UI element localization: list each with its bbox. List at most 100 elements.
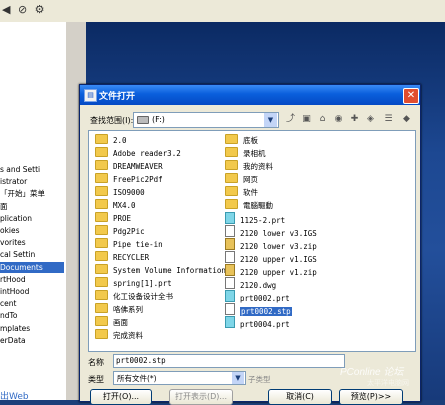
tree-item[interactable]: istrator [0,176,64,187]
tree-item[interactable]: intHood [0,286,64,297]
tree-item[interactable]: cal Settin [0,249,64,260]
file-item[interactable]: 2.0 [95,134,127,147]
tree-item[interactable]: 「开始」菜单 [0,188,64,199]
filetype-label: 类型 [88,375,104,384]
file-item[interactable]: Adobe reader3.2 [95,147,181,160]
file-item[interactable]: prt0004.prt [225,316,290,329]
tree-item[interactable]: okies [0,225,64,236]
file-item[interactable]: spring[1].prt [95,277,172,290]
file-item[interactable]: ISO9000 [95,186,145,199]
tree-item[interactable]: Documents [0,261,64,273]
file-item[interactable]: 底板 [225,134,258,147]
desktop-icon[interactable]: ▣ [300,113,313,125]
home-icon[interactable]: ⌂ [316,113,329,125]
file-item[interactable]: 网页 [225,173,258,186]
file-item[interactable]: Pdg2Pic [95,225,145,238]
file-item[interactable]: 電腦驅動 [225,199,273,212]
open-display-button[interactable]: 打开表示(D)... [169,389,233,405]
watermark: PConline 论坛 [340,367,404,378]
lookin-dropdown[interactable]: (F:) ▼ [133,112,279,128]
file-name: 2120 upper v1.IGS [240,255,317,264]
folder-icon [225,173,238,183]
file-item[interactable]: 录相机 [225,147,266,160]
file-item[interactable]: 化工设备设计全书 [95,290,173,303]
file-item[interactable]: 完成资料 [95,329,143,342]
file-name: prt0002.stp [240,307,292,316]
tree-item[interactable]: cent [0,298,64,309]
file-item[interactable]: FreePic2Pdf [95,173,163,186]
file-list[interactable]: 2.0 Adobe reader3.2 DREAMWEAVER FreePic2Pdf… [88,130,416,352]
file-name: 完成资料 [113,331,143,340]
folder-icon [225,134,238,144]
tree-item[interactable]: ndTo [0,310,64,321]
folder-icon [95,303,108,313]
filetype-dropdown[interactable]: 所有文件(*) ▼ [113,371,246,385]
dialog-titlebar[interactable]: ▤ 文件打开 ✕ [80,85,420,105]
folder-icon [95,173,108,183]
file-item[interactable]: 画面 [95,316,128,329]
folder-icon [95,316,108,326]
watermark-subtext: 太平洋电脑网 [367,379,409,387]
folder-icon [225,160,238,170]
file-item[interactable]: 2120 lower v3.zip [225,238,317,251]
file-name: DREAMWEAVER [113,162,163,171]
file-item[interactable]: 我的资料 [225,160,273,173]
file-item[interactable]: 1125-2.prt [225,212,285,225]
file-name: 2120 lower v3.zip [240,242,317,251]
file-item[interactable]: System Volume Information [95,264,226,277]
tree-item[interactable]: s and Setti [0,164,64,175]
up-folder-icon[interactable]: ⤴ [284,113,297,125]
file-item[interactable]: 2120.dwg [225,277,276,290]
file-item[interactable]: 2120 upper v1.IGS [225,251,317,264]
file-icon [225,303,235,315]
file-item[interactable]: 软件 [225,186,258,199]
chevron-down-icon[interactable]: ▼ [232,372,244,384]
tree-item[interactable]: vorites [0,237,64,248]
file-item[interactable]: 2120 lower v3.IGS [225,225,317,238]
tree-item[interactable]: plication [0,213,64,224]
file-name: 1125-2.prt [240,216,286,225]
file-name: 咯佛系列 [113,305,143,314]
file-item[interactable]: PROE [95,212,131,225]
file-item[interactable]: DREAMWEAVER [95,160,163,173]
file-item[interactable]: Pipe tie-in [95,238,163,251]
folder-icon [225,199,238,209]
folder-icon [95,160,108,170]
file-item[interactable]: MX4.0 [95,199,136,212]
background-toolbar: ◀ ⊘ ⚙ [0,0,445,22]
file-name: 2.0 [113,136,127,145]
file-name: MX4.0 [113,201,136,210]
file-name: 网页 [243,175,258,184]
lookin-value: (F:) [152,115,165,124]
new-folder-icon[interactable]: ✚ [348,113,361,125]
file-name: prt0004.prt [240,320,290,329]
tree-item[interactable]: erData [0,335,64,346]
cancel-button[interactable]: 取消(C) [268,389,332,405]
tree-item[interactable]: mplates [0,323,64,334]
subtype-label: 子类型 [248,375,271,384]
filename-input[interactable]: prt0002.stp [113,354,345,368]
view-menu-icon[interactable]: ☰ [382,113,395,125]
network-icon[interactable]: ◈ [364,113,377,125]
filetype-value: 所有文件(*) [117,374,157,383]
open-button[interactable]: 打开(O)... [90,389,152,405]
file-icon [225,264,235,276]
chevron-down-icon[interactable]: ▼ [264,113,277,127]
tools-icon[interactable]: ◆ [400,113,413,125]
close-button[interactable]: ✕ [403,88,419,104]
file-name: prt0002.prt [240,294,290,303]
file-item[interactable]: prt0002.prt [225,290,290,303]
file-item[interactable]: prt0002.stp [225,303,292,316]
preview-button[interactable]: 预览(P)>> [339,389,403,405]
tree-item[interactable]: 面 [0,201,64,212]
file-item[interactable]: RECYCLER [95,251,149,264]
folder-icon [95,225,108,235]
lookin-label: 查找范围(I): [90,116,134,125]
file-name: Pdg2Pic [113,227,145,236]
tree-item[interactable]: rtHood [0,274,64,285]
folder-tree: s and Setti istrator 「开始」菜单面 plication okies… [0,22,67,400]
file-item[interactable]: 2120 upper v1.zip [225,264,317,277]
favorites-icon[interactable]: ◉ [332,113,345,125]
folder-icon [95,212,108,222]
file-item[interactable]: 咯佛系列 [95,303,143,316]
